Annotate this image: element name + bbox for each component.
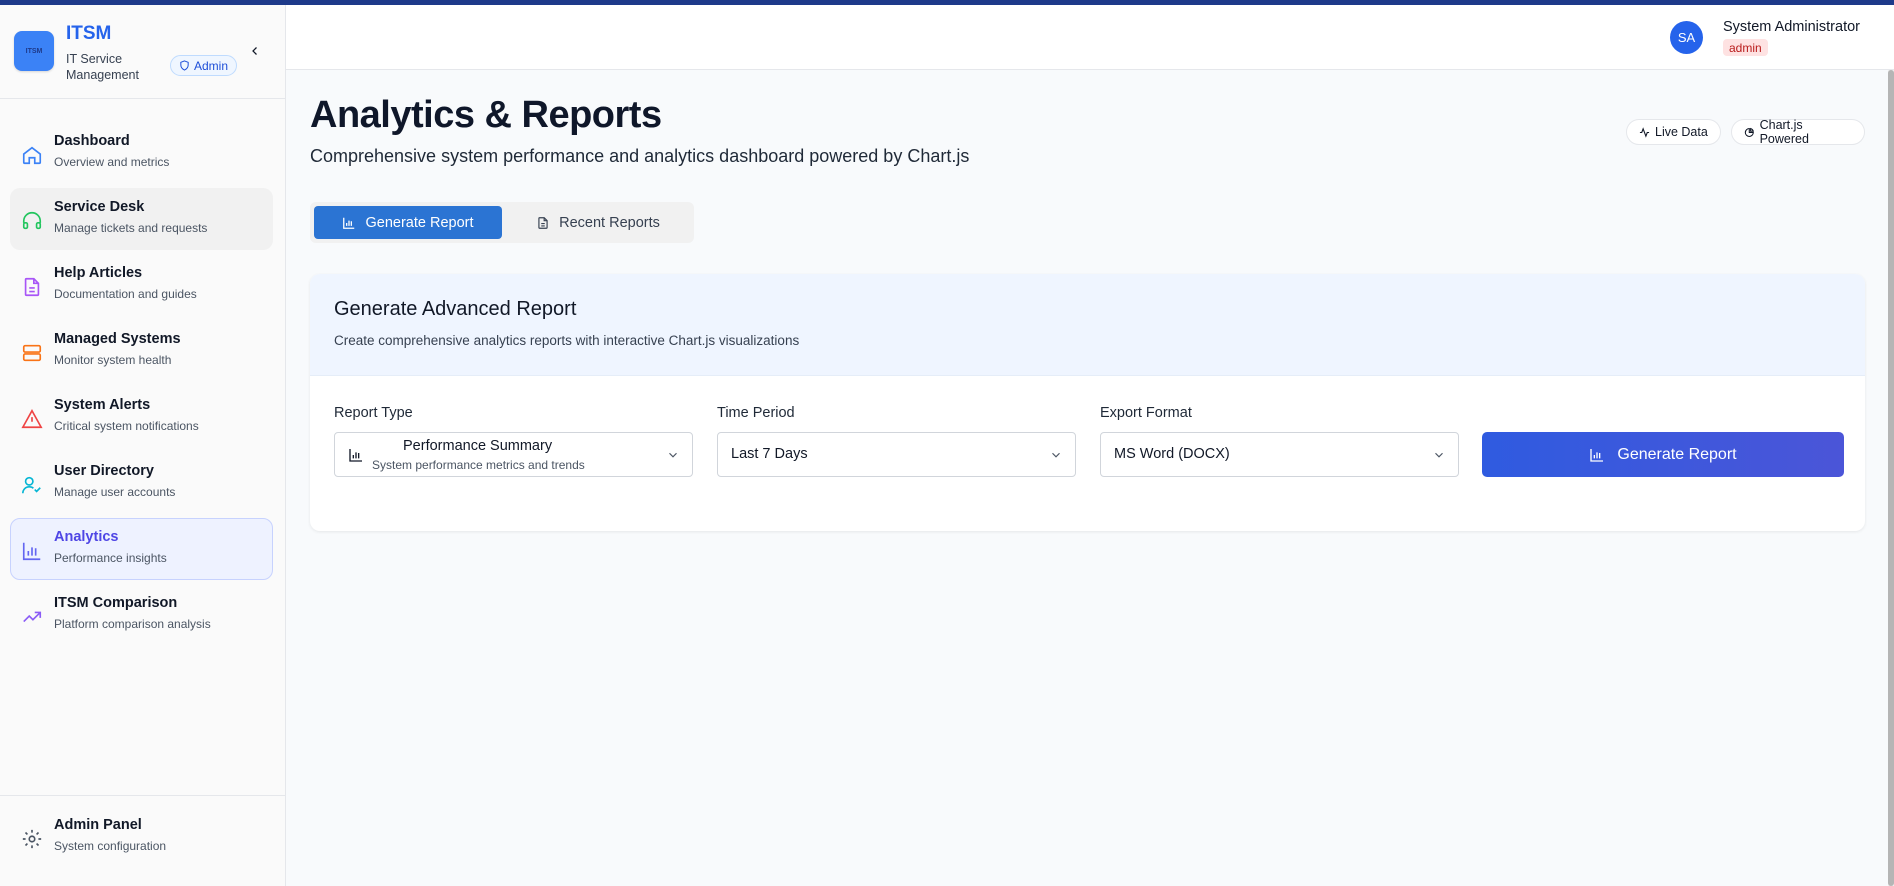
sidebar-item-desc: Monitor system health [54,353,172,367]
bar-chart-icon [343,217,355,229]
export-format-label: Export Format [1100,405,1192,421]
role-badge: admin [1723,39,1768,56]
admin-chip: Admin [170,55,238,76]
time-period-label: Time Period [717,405,795,421]
card-header: Generate Advanced Report Create comprehe… [310,274,1865,376]
chartjs-badge: Chart.js Powered [1731,118,1865,146]
live-data-label: Live Data [1655,125,1708,139]
home-icon [22,146,42,165]
sidebar-item-managed-systems[interactable]: Managed Systems Monitor system health [10,320,273,382]
brand-logo[interactable]: ITSM [14,31,54,71]
sidebar-item-service-desk[interactable]: Service Desk Manage tickets and requests [10,188,273,250]
bar-chart-icon [1590,448,1604,462]
generate-report-button[interactable]: Generate Report [1482,432,1844,477]
chevron-down-icon [669,452,677,458]
sidebar-item-label: Managed Systems [54,331,181,347]
page-scrollbar[interactable] [1888,70,1894,886]
admin-chip-label: Admin [194,58,229,73]
brand-subtitle: IT Service Management [66,52,139,82]
generate-report-card: Generate Advanced Report Create comprehe… [310,274,1865,531]
sidebar-item-label: Analytics [54,529,119,545]
report-type-description: System performance metrics and trends [372,458,585,472]
tab-generate-report[interactable]: Generate Report [314,206,502,239]
activity-icon [1639,126,1650,138]
document-icon [538,216,548,229]
pie-chart-icon [1744,127,1754,137]
brand-header: ITSM ITSM IT Service Management Admin [0,5,285,99]
sidebar: ITSM ITSM IT Service Management Admin Da… [0,5,286,886]
brand-title: ITSM [66,23,112,44]
sidebar-item-label: Service Desk [54,199,145,215]
tab-label: Recent Reports [559,214,660,231]
chartjs-label: Chart.js Powered [1759,118,1809,146]
generate-report-label: Generate Report [1617,445,1737,463]
sidebar-item-label: Help Articles [54,265,143,281]
report-type-select[interactable]: Performance Summary System performance m… [334,432,693,477]
card-title: Generate Advanced Report [334,298,577,320]
user-name: System Administrator [1723,19,1860,35]
sidebar-item-desc: Critical system notifications [54,419,199,433]
sidebar-footer: Admin Panel System configuration [0,795,286,886]
alert-icon [21,409,43,429]
sidebar-item-desc: Overview and metrics [54,155,170,169]
chevron-left-icon [252,47,257,55]
page-title: Analytics & Reports [310,94,662,136]
export-format-value: MS Word (DOCX) [1114,446,1230,462]
page-subtitle: Comprehensive system performance and ana… [310,146,970,166]
bar-chart-icon [349,449,362,462]
report-type-label: Report Type [334,405,413,421]
sidebar-item-desc: Performance insights [54,551,167,565]
export-format-select[interactable]: MS Word (DOCX) [1100,432,1459,477]
sidebar-item-help-articles[interactable]: Help Articles Documentation and guides [10,254,273,316]
card-description: Create comprehensive analytics reports w… [334,333,800,348]
avatar[interactable]: SA [1670,21,1703,54]
sidebar-item-label: Dashboard [54,133,130,149]
chevron-down-icon [1052,452,1060,458]
sidebar-item-desc: Manage tickets and requests [54,221,208,235]
document-icon [24,277,40,297]
gear-icon [22,829,42,849]
sidebar-item-admin-panel[interactable]: Admin Panel System configuration [10,806,273,868]
collapse-sidebar-button[interactable] [246,42,264,60]
time-period-select[interactable]: Last 7 Days [717,432,1076,477]
sidebar-item-desc: Platform comparison analysis [54,617,211,631]
tab-recent-reports[interactable]: Recent Reports [506,206,690,239]
sidebar-item-desc: System configuration [54,839,167,853]
sidebar-nav: Dashboard Overview and metrics Service D… [10,122,273,650]
headset-icon [22,212,42,230]
sidebar-item-user-directory[interactable]: User Directory Manage user accounts [10,452,273,514]
report-type-value: Performance Summary [403,438,553,454]
sidebar-item-label: System Alerts [54,397,151,413]
live-data-badge: Live Data [1626,119,1721,145]
sidebar-item-label: ITSM Comparison [54,595,178,611]
shield-icon [180,60,189,71]
sidebar-item-system-alerts[interactable]: System Alerts Critical system notificati… [10,386,273,448]
trending-up-icon [23,611,42,623]
time-period-value: Last 7 Days [731,446,808,462]
server-icon [22,344,42,362]
sidebar-item-desc: Documentation and guides [54,287,197,301]
top-header: SA System Administrator admin [286,5,1894,70]
tab-label: Generate Report [365,214,474,231]
sidebar-item-analytics[interactable]: Analytics Performance insights [10,518,273,580]
sidebar-item-label: Admin Panel [54,817,142,833]
sidebar-item-label: User Directory [54,463,154,479]
bar-chart-icon [22,542,41,561]
sidebar-item-desc: Manage user accounts [54,485,176,499]
sidebar-item-dashboard[interactable]: Dashboard Overview and metrics [10,122,273,184]
user-check-icon [22,476,41,494]
sidebar-item-itsm-comparison[interactable]: ITSM Comparison Platform comparison anal… [10,584,273,646]
chevron-down-icon [1435,452,1443,458]
report-tabs: Generate Report Recent Reports [310,202,694,243]
